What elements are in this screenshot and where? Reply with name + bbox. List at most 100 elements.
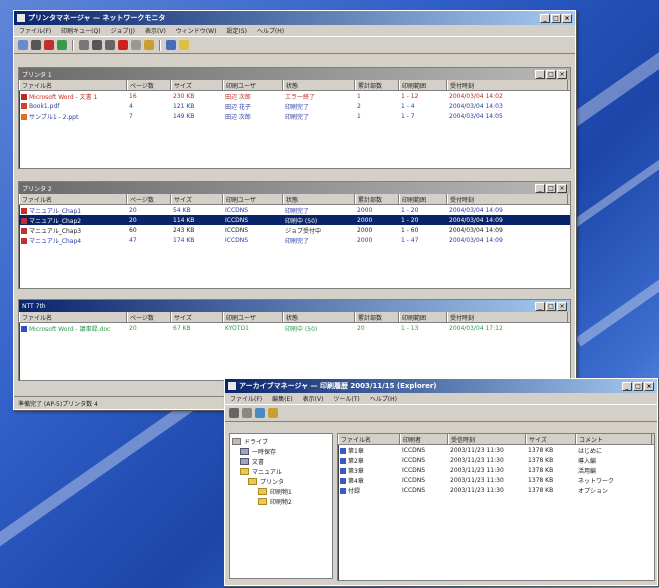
maximize-button[interactable]: □ [551, 13, 561, 23]
panel-maximize-button[interactable]: □ [546, 301, 556, 311]
resume-icon[interactable] [144, 40, 154, 50]
print-icon[interactable] [31, 40, 41, 50]
col-time[interactable]: 受付時刻 [447, 312, 568, 322]
save-icon[interactable] [44, 40, 54, 50]
col-status[interactable]: 状態 [283, 80, 355, 90]
archive-menu-view[interactable]: 表示(V) [303, 394, 324, 403]
job-row[interactable]: Microsoft Word - 議事録.doc 20 67 KB KYOTO1 印刷中… [19, 323, 570, 333]
col-user[interactable]: 印刷ユーザ [223, 194, 283, 204]
forward-icon[interactable] [242, 408, 252, 418]
cell-user: ICCDNS [223, 216, 283, 225]
doc-b-icon[interactable] [92, 40, 102, 50]
job-row[interactable]: マニュアル_Chap1 20 54 KB ICCDNS 印刷完了 2000 1 - 20 20… [19, 205, 570, 215]
col-pages[interactable]: ページ数 [127, 194, 171, 204]
job-row[interactable]: マニュアル_Chap4 47 174 KB ICCDNS 印刷完了 2000 1 - 47 2… [19, 235, 570, 245]
main-title-bar[interactable]: プリンタマネージャ — ネットワークモニタ _ □ × [14, 11, 575, 25]
menu-view[interactable]: 表示(V) [145, 26, 166, 35]
panel-maximize-button[interactable]: □ [546, 183, 556, 193]
job-row[interactable]: Book1.pdf 4 121 KB 田辺 花子 印刷完了 2 1 - 4 2004/03/0… [19, 101, 570, 111]
archive-menu-edit[interactable]: 編集(E) [272, 394, 292, 403]
panel-2-title-bar[interactable]: プリンタ 2 _ □ × [19, 182, 570, 194]
pause-icon[interactable] [131, 40, 141, 50]
panel-minimize-button[interactable]: _ [535, 183, 545, 193]
menu-queue[interactable]: 印刷キュー(Q) [61, 26, 100, 35]
panel-minimize-button[interactable]: _ [535, 69, 545, 79]
col-filename[interactable]: ファイル名 [19, 80, 127, 90]
refresh-icon[interactable] [57, 40, 67, 50]
archive-menu-tools[interactable]: ツール(T) [333, 394, 359, 403]
col-archive-size[interactable]: サイズ [526, 434, 576, 444]
tree-node-temp[interactable]: 一時保存 [232, 446, 330, 456]
archive-maximize-button[interactable]: □ [633, 381, 643, 391]
job-row[interactable]: Microsoft Word - 文書 1 16 230 KB 田辺 次郎 エラー終了 1… [19, 91, 570, 101]
delete-icon[interactable] [118, 40, 128, 50]
panel-close-button[interactable]: × [557, 301, 567, 311]
tree-node-docs[interactable]: 文書 [232, 456, 330, 466]
panel-1-title-bar[interactable]: プリンタ 1 _ □ × [19, 68, 570, 80]
tree-node-print2[interactable]: 印刷物2 [232, 496, 330, 506]
tree-node-print1[interactable]: 印刷物1 [232, 486, 330, 496]
tree-node-printer[interactable]: プリンタ [232, 476, 330, 486]
col-archive-time[interactable]: 受信時刻 [448, 434, 526, 444]
col-filename[interactable]: ファイル名 [19, 312, 127, 322]
panel-maximize-button[interactable]: □ [546, 69, 556, 79]
archive-title-bar[interactable]: アーカイブマネージャ — 印刷履歴 2003/11/15 (Explorer) … [225, 379, 657, 393]
col-filename[interactable]: ファイル名 [19, 194, 127, 204]
archive-menu-file[interactable]: ファイル(F) [230, 394, 262, 403]
back-icon[interactable] [229, 408, 239, 418]
close-button[interactable]: × [562, 13, 572, 23]
folder-up-icon[interactable] [268, 408, 278, 418]
menu-job[interactable]: ジョブ(J) [111, 26, 135, 35]
panel-close-button[interactable]: × [557, 183, 567, 193]
col-size[interactable]: サイズ [171, 80, 223, 90]
col-archive-comment[interactable]: コメント [576, 434, 652, 444]
col-copies[interactable]: 累計部数 [355, 312, 399, 322]
help-icon[interactable] [179, 40, 189, 50]
cell-text: 149 KB [173, 112, 195, 120]
open-icon[interactable] [18, 40, 28, 50]
menu-file[interactable]: ファイル(F) [19, 26, 51, 35]
col-copies[interactable]: 累計部数 [355, 194, 399, 204]
col-range[interactable]: 印刷範囲 [399, 312, 447, 322]
archive-row[interactable]: 付録 ICCDNS 2003/11/23 11:30 1378 KB オプション [338, 485, 654, 495]
panel-minimize-button[interactable]: _ [535, 301, 545, 311]
tree-node-manual[interactable]: マニュアル [232, 466, 330, 476]
archive-menu-help[interactable]: ヘルプ(H) [370, 394, 397, 403]
archive-row[interactable]: 第4章 ICCDNS 2003/11/23 11:30 1378 KB ネットワーク [338, 475, 654, 485]
refresh-icon[interactable] [255, 408, 265, 418]
archive-close-button[interactable]: × [644, 381, 654, 391]
col-status[interactable]: 状態 [283, 312, 355, 322]
archive-row[interactable]: 第3章 ICCDNS 2003/11/23 11:30 1378 KB 活用編 [338, 465, 654, 475]
col-user[interactable]: 印刷ユーザ [223, 312, 283, 322]
col-user[interactable]: 印刷ユーザ [223, 80, 283, 90]
col-pages[interactable]: ページ数 [127, 312, 171, 322]
col-size[interactable]: サイズ [171, 312, 223, 322]
col-archive-printer[interactable]: 印刷者 [400, 434, 448, 444]
job-row[interactable]: サンプル1 - 2.ppt 7 149 KB 田辺 次郎 印刷完了 1 1 - 7 2004/… [19, 111, 570, 121]
settings-icon[interactable] [166, 40, 176, 50]
col-copies[interactable]: 累計部数 [355, 80, 399, 90]
job-row[interactable]: マニュアル_Chap2 20 114 KB ICCDNS 印刷中 (50) 2000 1 -… [19, 215, 570, 225]
col-pages[interactable]: ページ数 [127, 80, 171, 90]
archive-minimize-button[interactable]: _ [622, 381, 632, 391]
col-range[interactable]: 印刷範囲 [399, 194, 447, 204]
col-size[interactable]: サイズ [171, 194, 223, 204]
col-archive-filename[interactable]: ファイル名 [338, 434, 400, 444]
col-time[interactable]: 受付時刻 [447, 194, 568, 204]
panel-3-title-bar[interactable]: NTT 7th _ □ × [19, 300, 570, 312]
panel-close-button[interactable]: × [557, 69, 567, 79]
menu-window[interactable]: ウィンドウ(W) [176, 26, 217, 35]
archive-row[interactable]: 第2章 ICCDNS 2003/11/23 11:30 1378 KB 導入編 [338, 455, 654, 465]
col-range[interactable]: 印刷範囲 [399, 80, 447, 90]
col-status[interactable]: 状態 [283, 194, 355, 204]
archive-row[interactable]: 第1章 ICCDNS 2003/11/23 11:30 1378 KB はじめに [338, 445, 654, 455]
doc-a-icon[interactable] [79, 40, 89, 50]
col-time[interactable]: 受付時刻 [447, 80, 568, 90]
minimize-button[interactable]: _ [540, 13, 550, 23]
job-row[interactable]: マニュアル_Chap3 60 243 KB ICCDNS ジョブ受付中 2000 1 - 6… [19, 225, 570, 235]
doc-c-icon[interactable] [105, 40, 115, 50]
menu-settings[interactable]: 設定(S) [226, 26, 247, 35]
file-icon [21, 238, 27, 244]
tree-node-drive[interactable]: ドライブ [232, 436, 330, 446]
menu-help[interactable]: ヘルプ(H) [257, 26, 284, 35]
